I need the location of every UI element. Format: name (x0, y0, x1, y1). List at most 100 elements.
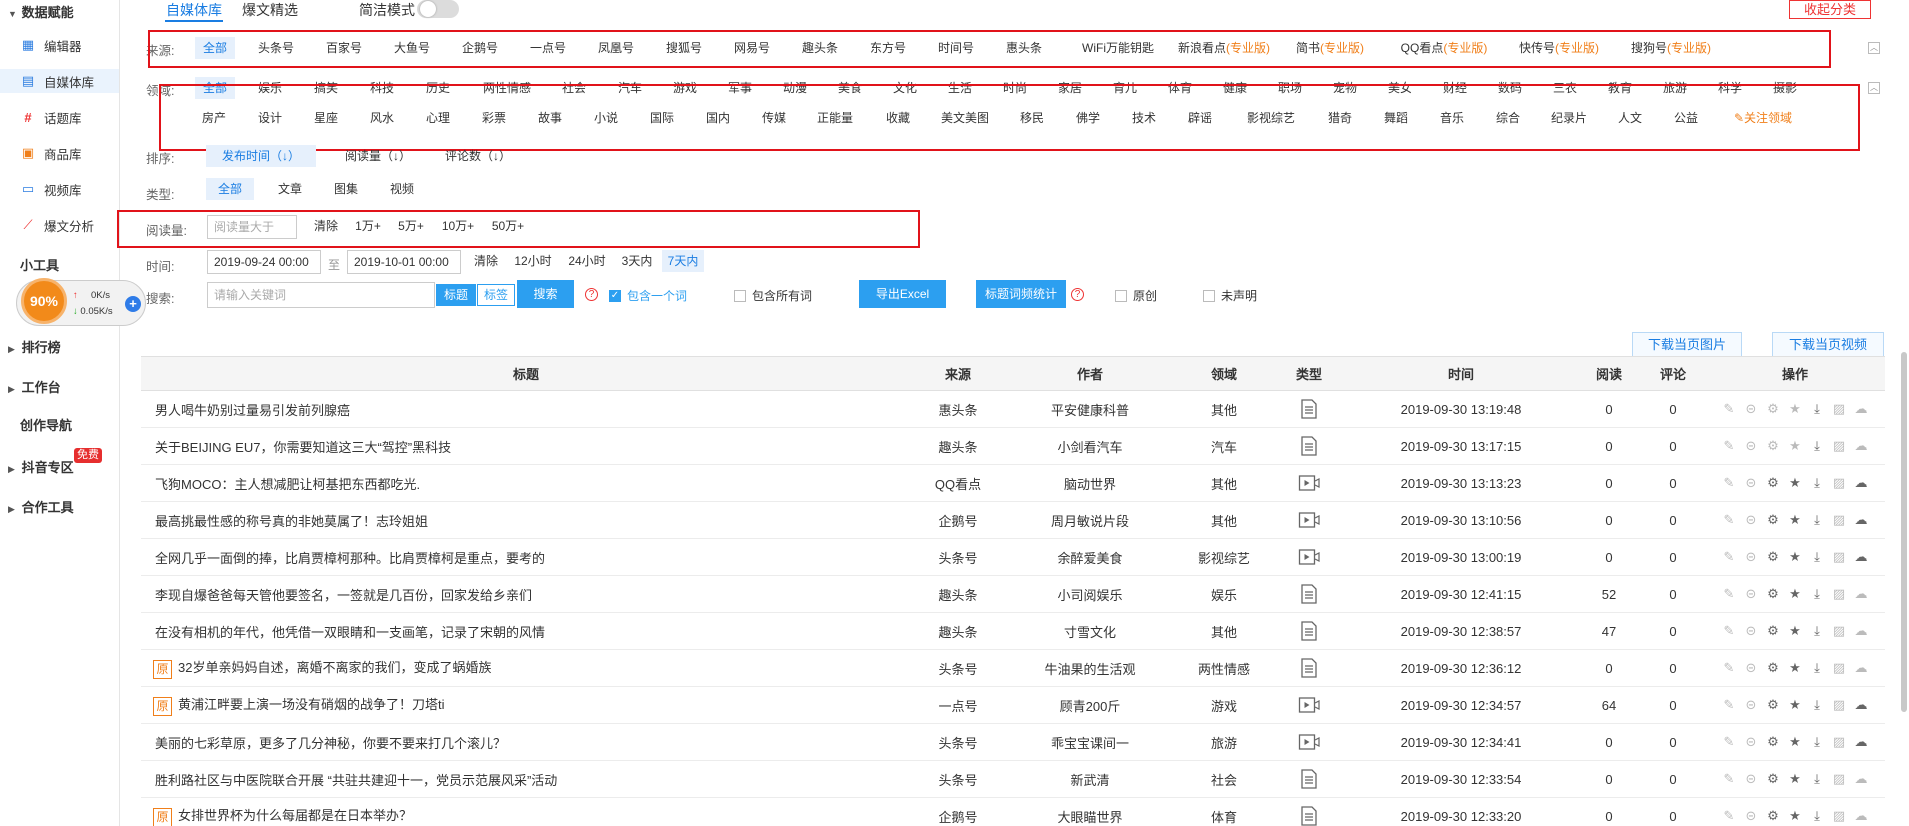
star-icon[interactable]: ★ (1786, 808, 1804, 824)
domain-chip[interactable]: 摄影 (1763, 77, 1807, 99)
settings-icon[interactable]: ⚙ (1764, 734, 1782, 750)
domain-chip[interactable]: 娱乐 (248, 77, 292, 99)
cell-title[interactable]: 胜利路社区与中医院联合开展 “共驻共建迎十一，党员示范展风采”活动 (141, 760, 911, 798)
domain-chip[interactable]: 美食 (828, 77, 872, 99)
sidebar-item-viral-analysis[interactable]: ⟋ 爆文分析 (20, 213, 94, 237)
sort-chip[interactable]: 评论数（↓） (428, 145, 528, 167)
domain-chip[interactable]: 收藏 (876, 107, 920, 129)
link-icon[interactable]: ⊝ (1742, 697, 1760, 713)
domain-chip[interactable]: 历史 (416, 77, 460, 99)
sidebar-group-workbench[interactable]: ▶ 工作台 (8, 377, 61, 396)
sidebar-item-editor[interactable]: ▦ 编辑器 (20, 33, 82, 57)
source-chip-pro[interactable]: 快传号(专业版) (1514, 37, 1604, 59)
type-chip[interactable]: 图集 (326, 178, 366, 200)
search-mode-title[interactable]: 标题 (436, 284, 476, 306)
domain-chip[interactable]: 科学 (1708, 77, 1752, 99)
domain-chip[interactable]: 三农 (1543, 77, 1587, 99)
sidebar-group-douyin[interactable]: ▶ 抖音专区 (8, 457, 74, 476)
title-text[interactable]: 李现自爆爸爸每天管他要签名，一签就是几百份，回家发给乡亲们 (155, 588, 532, 603)
domain-chip[interactable]: 军事 (718, 77, 762, 99)
cloud-icon[interactable]: ☁ (1852, 438, 1870, 454)
title-text[interactable]: 飞狗MOCO：主人想减肥让柯基把东西都吃光. (155, 477, 420, 492)
download-page-videos-button[interactable]: 下载当页视频 (1772, 332, 1884, 356)
sidebar-item-videos[interactable]: ▭ 视频库 (20, 177, 82, 201)
link-icon[interactable]: ⊝ (1742, 475, 1760, 491)
time-chip[interactable]: 12小时 (510, 250, 556, 272)
type-chip[interactable]: 视频 (382, 178, 422, 200)
domain-chip[interactable]: 星座 (304, 107, 348, 129)
sidebar-item-topics[interactable]: # 话题库 (20, 105, 81, 129)
cell-title[interactable]: 男人喝牛奶别过量易引发前列腺癌 (141, 390, 911, 428)
cell-title[interactable]: 美丽的七彩草原，更多了几分神秘，你要不要来打几个滚儿？ (141, 723, 911, 761)
domain-chip[interactable]: 科技 (360, 77, 404, 99)
settings-icon[interactable]: ⚙ (1764, 549, 1782, 565)
title-word-stats-button[interactable]: 标题词频统计 (976, 280, 1066, 308)
title-text[interactable]: 关于BEIJING EU7，你需要知道这三大“驾控”黑科技 (155, 440, 451, 455)
download-icon[interactable]: ⤓ (1808, 586, 1826, 602)
star-icon[interactable]: ★ (1786, 697, 1804, 713)
cloud-icon[interactable]: ☁ (1852, 549, 1870, 565)
edit-icon[interactable]: ✎ (1720, 808, 1738, 824)
plus-icon[interactable]: + (125, 296, 141, 312)
vertical-scrollbar[interactable] (1901, 352, 1907, 712)
source-chip-pro[interactable]: 搜狗号(专业版) (1626, 37, 1716, 59)
sidebar-group-ranking[interactable]: ▶ 排行榜 (8, 337, 61, 356)
title-text[interactable]: 32岁单亲妈妈自述，离婚不离家的我们，变成了蜗婚族 (178, 660, 491, 675)
image-icon[interactable]: ▨ (1830, 438, 1848, 454)
source-chip[interactable]: 头条号 (252, 37, 300, 59)
source-chip[interactable]: 网易号 (728, 37, 776, 59)
domain-chip[interactable]: 时尚 (993, 77, 1037, 99)
table-row[interactable]: 李现自爆爸爸每天管他要签名，一签就是几百份，回家发给乡亲们 趣头条 小司阅娱乐 娱乐 2… (141, 575, 1885, 613)
source-chip-pro[interactable]: 简书(专业版) (1289, 37, 1371, 59)
domain-chip[interactable]: 全部 (195, 77, 235, 99)
cell-author[interactable]: 小剑看汽车 (1005, 427, 1175, 465)
source-chip[interactable]: 大鱼号 (388, 37, 436, 59)
cell-title[interactable]: 飞狗MOCO：主人想减肥让柯基把东西都吃光. (141, 464, 911, 502)
settings-icon[interactable]: ⚙ (1764, 438, 1782, 454)
domain-chip[interactable]: 健康 (1213, 77, 1257, 99)
domain-chip[interactable]: 育儿 (1103, 77, 1147, 99)
cell-author[interactable]: 平安健康科普 (1005, 390, 1175, 428)
domain-chip[interactable]: 传媒 (752, 107, 796, 129)
edit-icon[interactable]: ✎ (1720, 475, 1738, 491)
source-chip[interactable]: 时间号 (932, 37, 980, 59)
source-chip-pro[interactable]: 新浪看点(专业版) (1172, 37, 1276, 59)
domain-chip[interactable]: 搞笑 (304, 77, 348, 99)
time-chip[interactable]: 24小时 (564, 250, 610, 272)
image-icon[interactable]: ▨ (1830, 697, 1848, 713)
edit-icon[interactable]: ✎ (1720, 734, 1738, 750)
cell-title[interactable]: 原黄浦江畔要上演一场没有硝烟的战争了！刀塔ti (141, 686, 911, 724)
source-chip[interactable]: 搜狐号 (660, 37, 708, 59)
cell-author[interactable]: 乖宝宝课间一 (1005, 723, 1175, 761)
help-icon[interactable]: ? (585, 288, 598, 301)
cell-author[interactable]: 大眼瞄世界 (1005, 797, 1175, 826)
reads-chip[interactable]: 清除 (310, 215, 342, 237)
star-icon[interactable]: ★ (1786, 475, 1804, 491)
link-icon[interactable]: ⊝ (1742, 660, 1760, 676)
image-icon[interactable]: ▨ (1830, 660, 1848, 676)
domain-chip[interactable]: 音乐 (1430, 107, 1474, 129)
search-button[interactable]: 搜索 (517, 280, 574, 308)
cell-author[interactable]: 脑动世界 (1005, 464, 1175, 502)
domain-chip[interactable]: 旅游 (1653, 77, 1697, 99)
download-icon[interactable]: ⤓ (1808, 549, 1826, 565)
contain-one-word-checkbox[interactable]: ✓ 包含一个词 (609, 287, 687, 304)
table-row[interactable]: 男人喝牛奶别过量易引发前列腺癌 惠头条 平安健康科普 其他 2019-09-30 13:… (141, 390, 1885, 428)
source-chip[interactable]: 东方号 (864, 37, 912, 59)
source-chip[interactable]: WiFi万能钥匙 (1068, 37, 1168, 59)
domain-chip[interactable]: 社会 (552, 77, 596, 99)
link-icon[interactable]: ⊝ (1742, 586, 1760, 602)
image-icon[interactable]: ▨ (1830, 771, 1848, 787)
star-icon[interactable]: ★ (1786, 512, 1804, 528)
collapse-categories-button[interactable]: 收起分类 (1789, 0, 1871, 19)
tab-media-library[interactable]: 自媒体库 (166, 0, 222, 20)
star-icon[interactable]: ★ (1786, 549, 1804, 565)
download-icon[interactable]: ⤓ (1808, 771, 1826, 787)
domain-chip[interactable]: 舞蹈 (1374, 107, 1418, 129)
image-icon[interactable]: ▨ (1830, 401, 1848, 417)
time-chip[interactable]: 3天内 (618, 250, 656, 272)
title-text[interactable]: 女排世界杯为什么每届都是在日本举办？ (178, 808, 412, 823)
cell-author[interactable]: 小司阅娱乐 (1005, 575, 1175, 613)
download-icon[interactable]: ⤓ (1808, 401, 1826, 417)
edit-icon[interactable]: ✎ (1720, 512, 1738, 528)
